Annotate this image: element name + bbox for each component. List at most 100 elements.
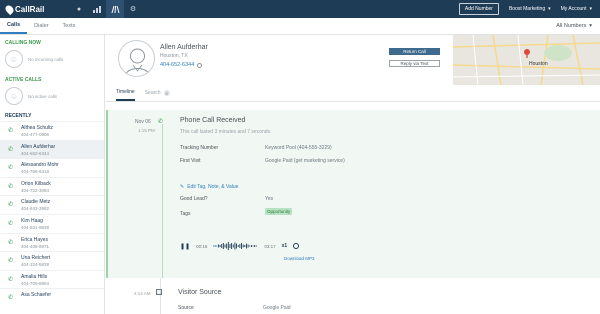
routing-icon[interactable]	[106, 0, 124, 18]
recent-call-item[interactable]: ✆ Claudie Metz 404-843-3992	[0, 195, 104, 214]
waveform-bar	[252, 245, 254, 247]
map-city-label: Houston	[529, 61, 548, 67]
recent-call-item[interactable]: ✆ Althea Schultz 404-477-0806	[0, 121, 104, 140]
recent-call-item[interactable]: ✆ Allen Aufderhar 404-652-6344	[0, 139, 104, 159]
recent-call-item[interactable]: ✆ Una Reichert 404-324-6839	[0, 251, 104, 270]
chart-icon[interactable]	[88, 0, 106, 18]
location-map[interactable]: Houston	[453, 35, 600, 85]
recent-call-name: Orion Kilback	[21, 180, 51, 187]
pencil-icon: ✎	[180, 184, 185, 190]
contact-location: Houston, TX	[160, 53, 188, 59]
tab-calls[interactable]: Calls	[0, 18, 28, 34]
tab-dialer[interactable]: Dialer	[27, 18, 55, 34]
playback-speed-button[interactable]: x1	[282, 243, 288, 249]
recent-call-item[interactable]: ✆ Kim Haag 404-831-9839	[0, 213, 104, 233]
source-value: Google Paid	[263, 305, 291, 311]
phone-icon: ✆	[8, 165, 14, 172]
recent-call-name: Allen Aufderhar	[21, 143, 56, 150]
waveform-bar	[251, 245, 253, 247]
waveform-bar	[249, 245, 251, 247]
edit-link-label: Edit Tag, Note, & Value	[187, 184, 239, 190]
tab-search[interactable]: Search 0	[145, 85, 170, 101]
recent-call-item[interactable]: ✆ Orion Kilback 404-722-3084	[0, 176, 104, 196]
recent-call-item[interactable]: ✆ Asa Schaefer	[0, 288, 104, 307]
recording-player: ❚❚ 00:16 03:17 x1	[180, 241, 320, 251]
waveform-bar	[216, 245, 218, 247]
recent-call-number: 404-831-9839	[21, 224, 50, 230]
good-lead-value[interactable]: Yes	[265, 196, 273, 202]
return-call-button[interactable]: Return Call	[389, 48, 440, 55]
phone-icon: ✆	[8, 239, 14, 246]
waveform-bar	[233, 244, 235, 248]
logo-text: CallRail	[15, 4, 45, 14]
tracking-number-label: Tracking Number	[180, 145, 219, 151]
chevron-down-icon: ▾	[589, 6, 592, 12]
waveform-bar	[219, 245, 221, 247]
callrail-logo[interactable]: CallRail	[0, 3, 70, 15]
waveform-bar	[254, 245, 256, 247]
download-mp3-link[interactable]: Download MP3	[284, 256, 315, 261]
chevron-down-icon: ▾	[548, 6, 551, 12]
recent-call-number: 404-324-6839	[21, 262, 50, 268]
waveform-bar	[256, 245, 258, 247]
tag-opportunity[interactable]: Opportunity	[265, 208, 293, 215]
contact-header: Allen Aufderhar Houston, TX 404-652-6344…	[106, 35, 600, 85]
source-label: Source	[178, 305, 194, 311]
tab-texts[interactable]: Texts	[56, 18, 83, 34]
tracking-number-value: Keyword Pool (404-555-3229)	[265, 145, 332, 151]
first-visit-value: Google Paid (get marketing service)	[265, 158, 345, 164]
timeline-line	[160, 278, 161, 314]
phone-icon: ✆	[158, 119, 164, 125]
recent-call-number: 404-477-0806	[21, 132, 50, 137]
recent-call-name: Asa Schaefer	[21, 292, 52, 299]
my-account-menu[interactable]: My Account ▾	[561, 6, 592, 12]
person-placeholder-icon: ☺	[5, 50, 23, 68]
volume-icon[interactable]	[293, 243, 300, 249]
waveform-bar	[234, 242, 236, 250]
call-sidebar: CALLING NOW ☺ No incoming calls ACTIVE C…	[0, 35, 105, 314]
recent-call-item[interactable]: ✆ Alessandro Mohr 404-768-6318	[0, 158, 104, 177]
phone-icon: ✆	[8, 202, 14, 209]
recent-call-item[interactable]: ✆ Amalia Hills 404-700-8804	[0, 269, 104, 289]
player-elapsed-time: 00:16	[196, 243, 208, 249]
company-menu[interactable]: Boost Marketing ▾	[509, 6, 551, 12]
active-calls-empty: ☺ No active calls	[0, 86, 104, 109]
contact-name: Allen Aufderhar	[160, 44, 208, 51]
visitor-source-time: 4:14 AM	[134, 291, 151, 296]
pause-icon[interactable]: ❚❚	[180, 243, 190, 250]
audio-waveform[interactable]	[213, 241, 258, 251]
waveform-bar	[231, 243, 233, 249]
recent-call-number: 404-722-3084	[21, 187, 50, 193]
chat-icon[interactable]: ●	[70, 0, 88, 18]
numbers-filter-dropdown[interactable]: All Numbers ▾	[556, 18, 600, 34]
recent-call-name: Kim Haag	[21, 217, 43, 224]
calling-now-empty-text: No incoming calls	[28, 56, 64, 62]
reply-via-text-button[interactable]: Reply via Text	[389, 60, 440, 67]
waveform-bar	[213, 245, 215, 247]
waveform-bar	[223, 243, 225, 249]
phone-icon: ✆	[8, 146, 14, 153]
active-calls-empty-text: No active calls	[28, 93, 58, 99]
chevron-down-icon: ▾	[589, 23, 592, 29]
edit-tag-note-value-link[interactable]: ✎ Edit Tag, Note, & Value	[180, 184, 238, 190]
avatar	[118, 40, 155, 77]
tab-search-label: Search	[144, 90, 161, 96]
phone-icon: ✆	[8, 220, 14, 227]
tab-timeline[interactable]: Timeline	[116, 85, 135, 101]
recent-call-number: 404-768-6318	[21, 169, 50, 175]
gear-icon[interactable]: ⚙	[124, 0, 142, 18]
calling-now-title: CALLING NOW	[5, 40, 41, 46]
add-number-button[interactable]: Add Number	[458, 3, 499, 15]
numbers-filter-label: All Numbers	[556, 23, 587, 29]
info-icon[interactable]	[197, 62, 203, 68]
callrail-logo-icon	[3, 3, 16, 15]
contact-phone-link[interactable]: 404-652-6344	[160, 62, 203, 68]
company-menu-label: Boost Marketing	[508, 6, 546, 12]
event-title: Phone Call Received	[180, 117, 246, 124]
search-count-badge: 0	[163, 90, 170, 96]
phone-icon: ✆	[8, 128, 14, 134]
recent-call-item[interactable]: ✆ Erica Hayes 404-408-8971	[0, 232, 104, 252]
recent-call-number: 404-700-8804	[21, 280, 50, 286]
waveform-bar	[224, 244, 226, 248]
visitor-source-event: 4:14 AM □ Visitor Source Source Google P…	[106, 278, 600, 314]
